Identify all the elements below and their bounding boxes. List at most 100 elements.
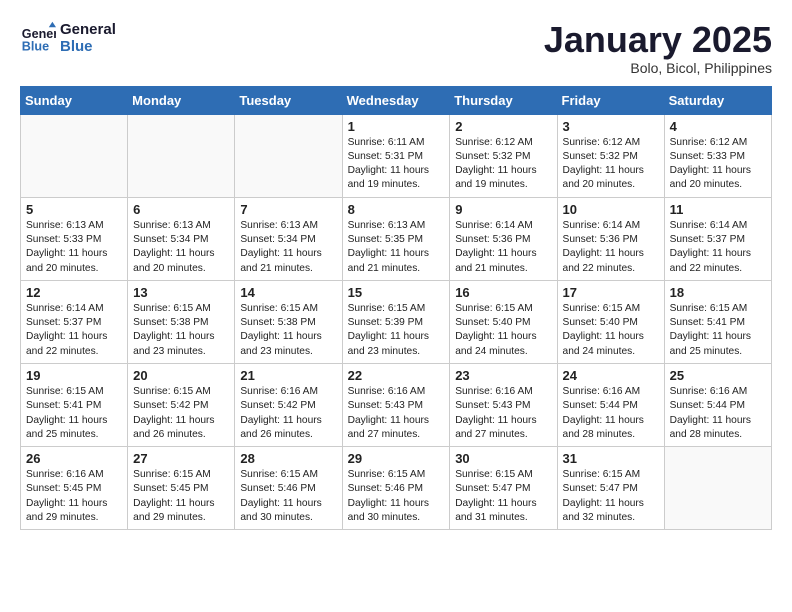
day-info: Sunrise: 6:15 AM Sunset: 5:45 PM Dayligh… — [133, 468, 229, 525]
day-cell: 7 Sunrise: 6:13 AM Sunset: 5:34 PM Daylig… — [235, 197, 342, 280]
day-number: 27 — [133, 451, 229, 466]
page-header: General Blue General Blue January 2025 B… — [20, 20, 772, 76]
day-cell — [664, 447, 771, 530]
day-number: 17 — [563, 285, 659, 300]
day-info: Sunrise: 6:15 AM Sunset: 5:46 PM Dayligh… — [348, 468, 445, 525]
day-cell: 27 Sunrise: 6:15 AM Sunset: 5:45 PM Dayli… — [128, 447, 235, 530]
day-number: 5 — [26, 202, 122, 217]
day-cell: 5 Sunrise: 6:13 AM Sunset: 5:33 PM Daylig… — [21, 197, 128, 280]
logo-line1: General — [60, 21, 116, 38]
day-cell: 17 Sunrise: 6:15 AM Sunset: 5:40 PM Dayli… — [557, 280, 664, 363]
day-cell: 20 Sunrise: 6:15 AM Sunset: 5:42 PM Dayli… — [128, 363, 235, 446]
week-row-4: 19Sunrise: 6:15 AM Sunset: 5:41 PM Dayli… — [21, 363, 772, 446]
day-number: 22 — [348, 368, 445, 383]
day-cell: 23Sunrise: 6:16 AM Sunset: 5:43 PM Dayli… — [450, 363, 557, 446]
logo-line2: Blue — [60, 38, 116, 55]
day-cell: 25 Sunrise: 6:16 AM Sunset: 5:44 PM Dayli… — [664, 363, 771, 446]
day-number: 10 — [563, 202, 659, 217]
day-cell: 3 Sunrise: 6:12 AM Sunset: 5:32 PM Daylig… — [557, 114, 664, 197]
day-cell: 2 Sunrise: 6:12 AM Sunset: 5:32 PM Daylig… — [450, 114, 557, 197]
day-cell — [235, 114, 342, 197]
day-info: Sunrise: 6:16 AM Sunset: 5:45 PM Dayligh… — [26, 468, 122, 525]
day-info: Sunrise: 6:16 AM Sunset: 5:43 PM Dayligh… — [455, 385, 551, 442]
day-number: 14 — [240, 285, 336, 300]
day-info: Sunrise: 6:12 AM Sunset: 5:33 PM Dayligh… — [670, 136, 766, 193]
day-cell — [128, 114, 235, 197]
day-info: Sunrise: 6:15 AM Sunset: 5:47 PM Dayligh… — [455, 468, 551, 525]
day-number: 21 — [240, 368, 336, 383]
day-cell: 11 Sunrise: 6:14 AM Sunset: 5:37 PM Dayli… — [664, 197, 771, 280]
day-number: 29 — [348, 451, 445, 466]
day-cell: 10 Sunrise: 6:14 AM Sunset: 5:36 PM Dayli… — [557, 197, 664, 280]
day-info: Sunrise: 6:14 AM Sunset: 5:37 PM Dayligh… — [670, 219, 766, 276]
day-info: Sunrise: 6:15 AM Sunset: 5:38 PM Dayligh… — [240, 302, 336, 359]
day-cell: 24Sunrise: 6:16 AM Sunset: 5:44 PM Dayli… — [557, 363, 664, 446]
day-number: 11 — [670, 202, 766, 217]
day-cell: 6 Sunrise: 6:13 AM Sunset: 5:34 PM Daylig… — [128, 197, 235, 280]
day-cell: 13Sunrise: 6:15 AM Sunset: 5:38 PM Dayli… — [128, 280, 235, 363]
day-number: 16 — [455, 285, 551, 300]
day-number: 1 — [348, 119, 445, 134]
day-cell: 31 Sunrise: 6:15 AM Sunset: 5:47 PM Dayli… — [557, 447, 664, 530]
week-row-3: 12Sunrise: 6:14 AM Sunset: 5:37 PM Dayli… — [21, 280, 772, 363]
day-number: 26 — [26, 451, 122, 466]
day-info: Sunrise: 6:15 AM Sunset: 5:46 PM Dayligh… — [240, 468, 336, 525]
day-info: Sunrise: 6:15 AM Sunset: 5:41 PM Dayligh… — [670, 302, 766, 359]
logo: General Blue General Blue — [20, 20, 116, 56]
day-number: 7 — [240, 202, 336, 217]
day-info: Sunrise: 6:13 AM Sunset: 5:33 PM Dayligh… — [26, 219, 122, 276]
week-row-2: 5 Sunrise: 6:13 AM Sunset: 5:33 PM Daylig… — [21, 197, 772, 280]
day-info: Sunrise: 6:12 AM Sunset: 5:32 PM Dayligh… — [563, 136, 659, 193]
day-cell: 8Sunrise: 6:13 AM Sunset: 5:35 PM Daylig… — [342, 197, 450, 280]
weekday-header-sunday: Sunday — [21, 86, 128, 114]
weekday-header-row: SundayMondayTuesdayWednesdayThursdayFrid… — [21, 86, 772, 114]
day-info: Sunrise: 6:15 AM Sunset: 5:40 PM Dayligh… — [563, 302, 659, 359]
day-cell: 19Sunrise: 6:15 AM Sunset: 5:41 PM Dayli… — [21, 363, 128, 446]
day-cell: 29 Sunrise: 6:15 AM Sunset: 5:46 PM Dayli… — [342, 447, 450, 530]
day-info: Sunrise: 6:15 AM Sunset: 5:39 PM Dayligh… — [348, 302, 445, 359]
month-title: January 2025 — [544, 20, 772, 60]
day-cell: 22 Sunrise: 6:16 AM Sunset: 5:43 PM Dayli… — [342, 363, 450, 446]
day-info: Sunrise: 6:16 AM Sunset: 5:43 PM Dayligh… — [348, 385, 445, 442]
svg-text:Blue: Blue — [22, 40, 49, 54]
day-cell: 9Sunrise: 6:14 AM Sunset: 5:36 PM Daylig… — [450, 197, 557, 280]
weekday-header-saturday: Saturday — [664, 86, 771, 114]
weekday-header-thursday: Thursday — [450, 86, 557, 114]
day-info: Sunrise: 6:13 AM Sunset: 5:34 PM Dayligh… — [133, 219, 229, 276]
day-cell — [21, 114, 128, 197]
day-info: Sunrise: 6:15 AM Sunset: 5:38 PM Dayligh… — [133, 302, 229, 359]
day-info: Sunrise: 6:15 AM Sunset: 5:42 PM Dayligh… — [133, 385, 229, 442]
day-info: Sunrise: 6:15 AM Sunset: 5:47 PM Dayligh… — [563, 468, 659, 525]
day-cell: 14 Sunrise: 6:15 AM Sunset: 5:38 PM Dayli… — [235, 280, 342, 363]
day-number: 9 — [455, 202, 551, 217]
day-info: Sunrise: 6:16 AM Sunset: 5:42 PM Dayligh… — [240, 385, 336, 442]
day-info: Sunrise: 6:12 AM Sunset: 5:32 PM Dayligh… — [455, 136, 551, 193]
day-cell: 28 Sunrise: 6:15 AM Sunset: 5:46 PM Dayli… — [235, 447, 342, 530]
weekday-header-tuesday: Tuesday — [235, 86, 342, 114]
day-number: 30 — [455, 451, 551, 466]
day-info: Sunrise: 6:14 AM Sunset: 5:36 PM Dayligh… — [563, 219, 659, 276]
day-number: 31 — [563, 451, 659, 466]
day-number: 20 — [133, 368, 229, 383]
day-info: Sunrise: 6:13 AM Sunset: 5:35 PM Dayligh… — [348, 219, 445, 276]
day-number: 15 — [348, 285, 445, 300]
day-number: 25 — [670, 368, 766, 383]
day-number: 2 — [455, 119, 551, 134]
week-row-5: 26 Sunrise: 6:16 AM Sunset: 5:45 PM Dayli… — [21, 447, 772, 530]
day-info: Sunrise: 6:13 AM Sunset: 5:34 PM Dayligh… — [240, 219, 336, 276]
day-number: 4 — [670, 119, 766, 134]
day-cell: 12Sunrise: 6:14 AM Sunset: 5:37 PM Dayli… — [21, 280, 128, 363]
day-info: Sunrise: 6:16 AM Sunset: 5:44 PM Dayligh… — [563, 385, 659, 442]
day-info: Sunrise: 6:15 AM Sunset: 5:41 PM Dayligh… — [26, 385, 122, 442]
day-info: Sunrise: 6:15 AM Sunset: 5:40 PM Dayligh… — [455, 302, 551, 359]
day-number: 12 — [26, 285, 122, 300]
day-number: 28 — [240, 451, 336, 466]
logo-icon: General Blue — [20, 20, 56, 56]
calendar: SundayMondayTuesdayWednesdayThursdayFrid… — [20, 86, 772, 531]
day-cell: 15 Sunrise: 6:15 AM Sunset: 5:39 PM Dayli… — [342, 280, 450, 363]
day-number: 6 — [133, 202, 229, 217]
day-info: Sunrise: 6:16 AM Sunset: 5:44 PM Dayligh… — [670, 385, 766, 442]
day-cell: 21 Sunrise: 6:16 AM Sunset: 5:42 PM Dayli… — [235, 363, 342, 446]
day-number: 3 — [563, 119, 659, 134]
location: Bolo, Bicol, Philippines — [544, 60, 772, 76]
